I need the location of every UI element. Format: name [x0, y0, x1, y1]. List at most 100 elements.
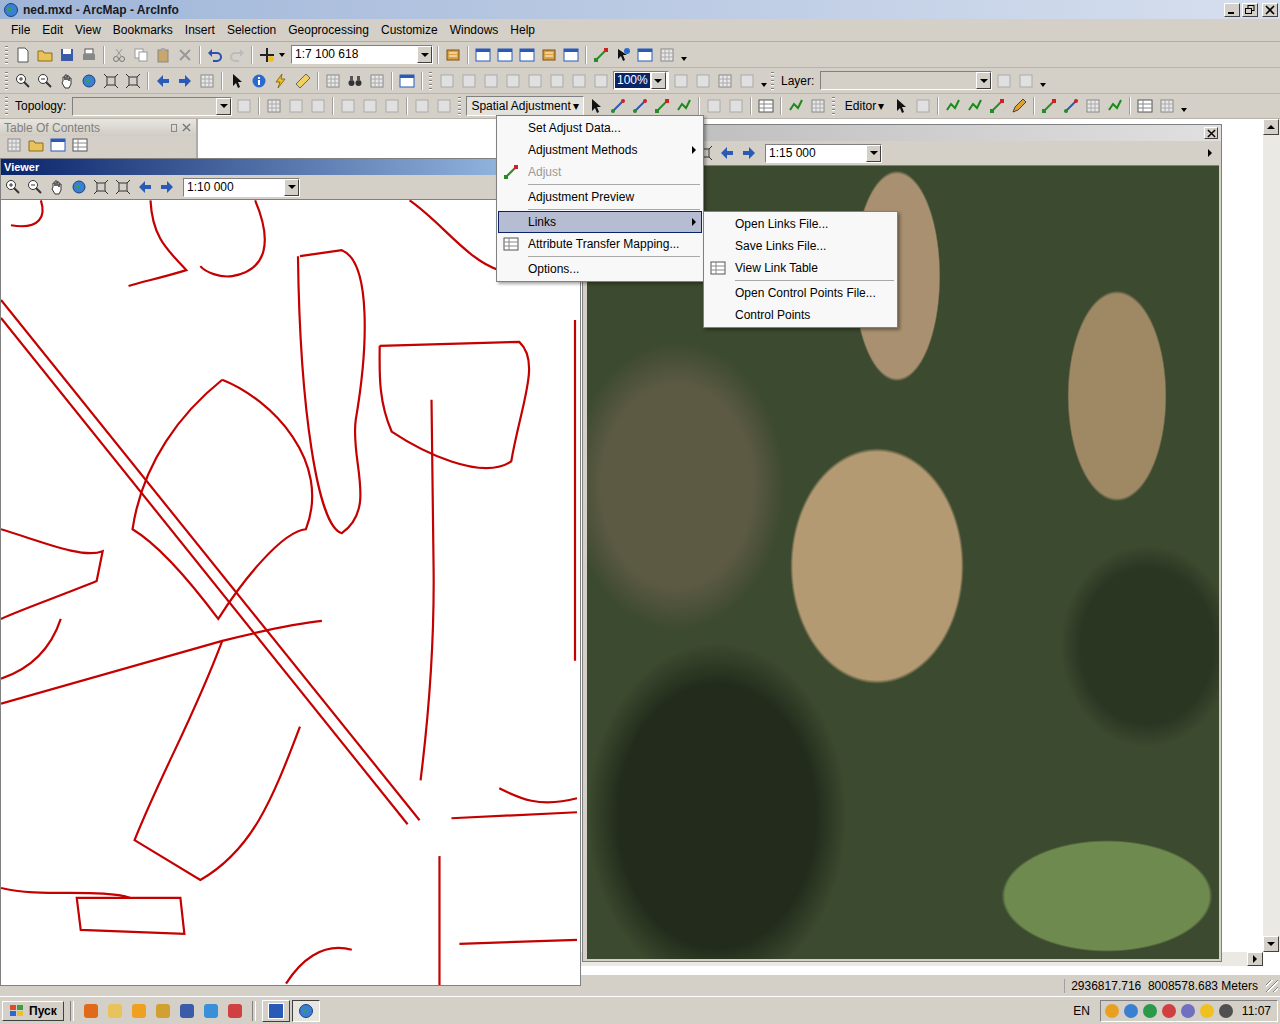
undo-icon[interactable] [205, 45, 225, 65]
input-language[interactable]: EN [1065, 1004, 1098, 1018]
hyperlink-icon[interactable] [271, 71, 291, 91]
fixed-zoom-in-icon[interactable] [91, 177, 111, 197]
taskbar-word-button[interactable] [262, 1000, 290, 1022]
toolbar-grip[interactable] [771, 72, 774, 90]
save-icon[interactable] [57, 45, 77, 65]
toggle-draft-icon[interactable] [671, 71, 691, 91]
menu-bar-item[interactable]: Help [504, 21, 541, 39]
layout-back-icon[interactable] [591, 71, 611, 91]
menu-item[interactable]: Set Adjust Data... [498, 117, 702, 139]
focus-frame-icon[interactable] [693, 71, 713, 91]
toolbar-grip[interactable] [5, 46, 8, 64]
menu-bar-item[interactable]: Customize [375, 21, 444, 39]
zoom-out-icon[interactable] [35, 71, 55, 91]
editor-toolbar-icon[interactable] [443, 45, 463, 65]
whats-this-icon[interactable] [613, 45, 633, 65]
new-document-icon[interactable] [13, 45, 33, 65]
edit-vertices-icon[interactable] [913, 96, 933, 116]
edit-annotation-icon[interactable] [1039, 96, 1059, 116]
dropdown-arrow-icon[interactable] [417, 46, 432, 63]
quick-launch-icon[interactable] [128, 1000, 150, 1022]
tray-icon[interactable] [1141, 1000, 1160, 1022]
results-icon[interactable] [635, 45, 655, 65]
close-icon[interactable] [182, 123, 191, 132]
select-elements-icon[interactable] [227, 71, 247, 91]
tray-icon[interactable] [1160, 1000, 1179, 1022]
select-arrow-icon[interactable] [586, 96, 606, 116]
menu-bar-item[interactable]: View [69, 21, 107, 39]
open-folder-icon[interactable] [35, 45, 55, 65]
menu-bar-item[interactable]: Edit [36, 21, 69, 39]
spatial-adjustment-menu-button[interactable]: Spatial Adjustment▾ [466, 96, 583, 116]
menu-bar-item[interactable]: Geoprocessing [282, 21, 375, 39]
trace-icon[interactable] [987, 96, 1007, 116]
quick-launch-icon[interactable] [152, 1000, 174, 1022]
zoom-in-icon[interactable] [13, 71, 33, 91]
identity-link-icon[interactable] [674, 96, 694, 116]
toolbar-grip[interactable] [429, 72, 432, 90]
forward-arrow-icon[interactable] [175, 71, 195, 91]
quick-launch-icon[interactable] [80, 1000, 102, 1022]
search-icon[interactable] [517, 45, 537, 65]
dropdown-arrow-icon[interactable] [284, 179, 299, 196]
pin-icon[interactable] [171, 124, 177, 132]
more-tools-icon[interactable] [1205, 149, 1215, 157]
align-edge-icon[interactable] [338, 96, 358, 116]
viewer-map[interactable] [587, 165, 1219, 959]
split-icon[interactable] [1083, 96, 1103, 116]
layout-pan-icon[interactable] [481, 71, 501, 91]
redo-icon[interactable] [227, 45, 247, 65]
modify-link-icon[interactable] [630, 96, 650, 116]
menu-item[interactable]: Control Points [705, 304, 896, 326]
layout-zoom-out-icon[interactable] [459, 71, 479, 91]
toolbar-grip[interactable] [5, 97, 8, 115]
vertical-scrollbar[interactable] [1263, 119, 1280, 952]
time-slider-icon[interactable] [397, 71, 417, 91]
catalog-icon[interactable] [495, 45, 515, 65]
menu-item[interactable]: Links [498, 211, 702, 233]
full-extent-globe-icon[interactable] [69, 177, 89, 197]
zoom-out-icon[interactable] [25, 177, 45, 197]
list-by-source-icon[interactable] [26, 135, 46, 155]
paste-icon[interactable] [153, 45, 173, 65]
viewer-title-bar[interactable]: Viewer [1, 159, 580, 175]
tray-icon[interactable] [1122, 1000, 1141, 1022]
dropdown-arrow-icon[interactable] [976, 72, 991, 89]
menu-bar-item[interactable]: Bookmarks [107, 21, 179, 39]
rotate-icon[interactable] [1105, 96, 1125, 116]
dropdown-arrow-icon[interactable] [651, 72, 666, 89]
menu-bar-item[interactable]: Windows [444, 21, 505, 39]
pan-hand-icon[interactable] [57, 71, 77, 91]
identify-icon[interactable] [249, 71, 269, 91]
cut-polygons-icon[interactable] [1061, 96, 1081, 116]
menu-item[interactable]: Attribute Transfer Mapping... [498, 233, 702, 255]
python-icon[interactable] [561, 45, 581, 65]
list-by-drawing-order-icon[interactable] [4, 135, 24, 155]
find-binoculars-icon[interactable] [345, 71, 365, 91]
fixed-zoom-out-icon[interactable] [113, 177, 133, 197]
fixed-zoom-out-icon[interactable] [123, 71, 143, 91]
add-data-icon[interactable] [257, 45, 277, 65]
pan-hand-icon[interactable] [47, 177, 67, 197]
back-arrow-icon[interactable] [135, 177, 155, 197]
analysis-icon[interactable] [657, 45, 677, 65]
close-button[interactable] [1262, 3, 1278, 17]
list-by-selection-icon[interactable] [70, 135, 90, 155]
measure-icon[interactable] [293, 71, 313, 91]
tray-icon[interactable] [1103, 1000, 1122, 1022]
map-scale-combo[interactable]: 1:7 100 618 [291, 45, 433, 64]
straight-segment-icon[interactable] [943, 96, 963, 116]
menu-item[interactable]: Open Control Points File... [705, 282, 896, 304]
model-builder-icon[interactable] [591, 45, 611, 65]
tray-icon[interactable] [1198, 1000, 1217, 1022]
fixed-zoom-in-icon[interactable] [101, 71, 121, 91]
menu-bar-item[interactable]: File [5, 21, 36, 39]
multiple-links-icon[interactable] [652, 96, 672, 116]
attribute-transfer-icon[interactable] [808, 96, 828, 116]
point-icon[interactable] [1009, 96, 1029, 116]
select-features-icon[interactable] [197, 71, 217, 91]
zoom-in-icon[interactable] [3, 177, 23, 197]
menu-item[interactable]: Adjustment Preview [498, 186, 702, 208]
dropdown-arrow-icon[interactable] [216, 98, 231, 115]
tray-icon[interactable] [1217, 1000, 1236, 1022]
